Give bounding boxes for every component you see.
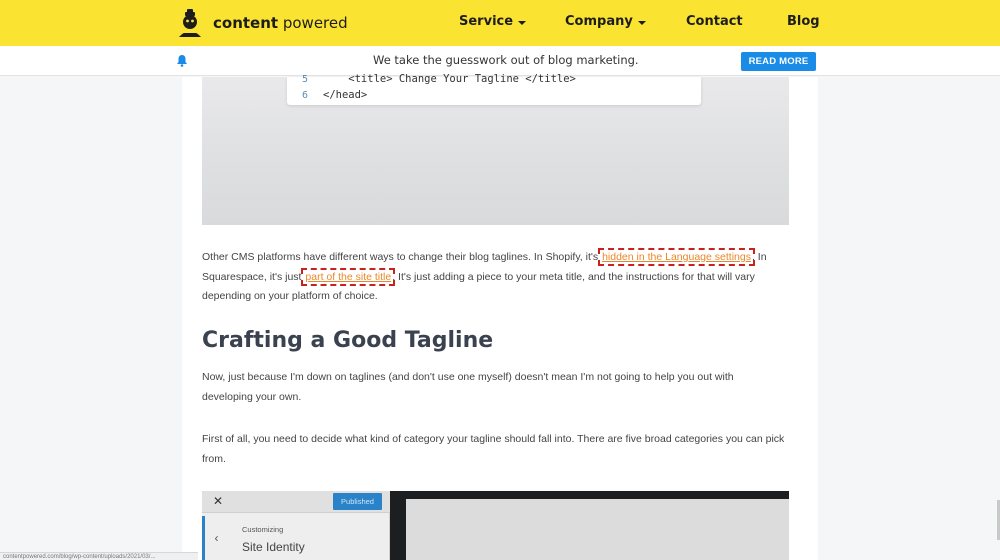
nav-contact[interactable]: Contact [686,14,743,29]
nav-company-label: Company [565,14,633,29]
line-number: 6 [301,89,309,101]
code-line: 5 <title> Change Your Tagline </title> [287,72,576,86]
paragraph-text: First of all, you need to decide what ki… [202,433,785,445]
paragraph-text: . It's just adding a piece to your meta … [392,270,755,283]
paragraph-categories: First of all, you need to decide what ki… [202,430,792,469]
language-settings-link[interactable]: hidden in the Language settings [598,248,755,266]
site-logo[interactable]: content powered [175,8,348,38]
paragraph-text: Other CMS platforms have different ways … [202,251,602,263]
nav-company[interactable]: Company [565,14,646,29]
paragraph-text: depending on your platform of choice. [202,290,378,302]
logo-text-bold: content [213,14,279,32]
mascot-logo-icon [179,9,201,37]
paragraph-help: Now, just because I'm down on taglines (… [202,368,792,407]
nav-service-label: Service [459,14,514,29]
line-number: 5 [301,73,309,85]
nav-blog[interactable]: Blog [787,14,820,29]
browser-status-url: contentpowered.com/blog/wp-content/uploa… [0,552,198,560]
read-more-button[interactable]: READ MORE [741,52,816,71]
code-line: 6 </head> [287,88,367,102]
paragraph-text: developing your own. [202,390,302,403]
chevron-down-icon [518,20,527,25]
code-snippet: 5 <title> Change Your Tagline </title> 6… [287,73,701,105]
code-text: <title> Change Your Tagline </title> [323,73,576,85]
code-text: </head> [323,89,368,101]
customizing-label: Customizing [242,525,284,534]
paragraph-text: Now, just because I'm down on taglines (… [202,371,734,383]
close-icon: ✕ [213,494,224,508]
bell-icon [177,55,187,67]
customizer-preview [406,499,789,560]
nav-service[interactable]: Service [459,14,527,29]
paragraph-cms: Other CMS platforms have different ways … [202,248,792,307]
logo-text-regular: powered [282,14,348,32]
site-identity-label: Site Identity [242,540,305,554]
announcement-text: We take the guesswork out of blog market… [373,53,639,67]
published-button: Published [333,493,382,510]
paragraph-text: from. [202,452,226,465]
nav-blog-label: Blog [787,14,820,29]
section-heading: Crafting a Good Tagline [202,328,494,353]
chevron-down-icon [637,20,646,25]
nav-contact-label: Contact [686,14,743,29]
paragraph-text: . In [751,251,767,263]
site-title-link[interactable]: part of the site title [301,267,396,286]
paragraph-text: Squarespace, it's just [202,270,305,283]
site-header: content powered Service Company Contact … [0,0,1000,46]
back-chevron-icon: ‹ [202,516,228,560]
